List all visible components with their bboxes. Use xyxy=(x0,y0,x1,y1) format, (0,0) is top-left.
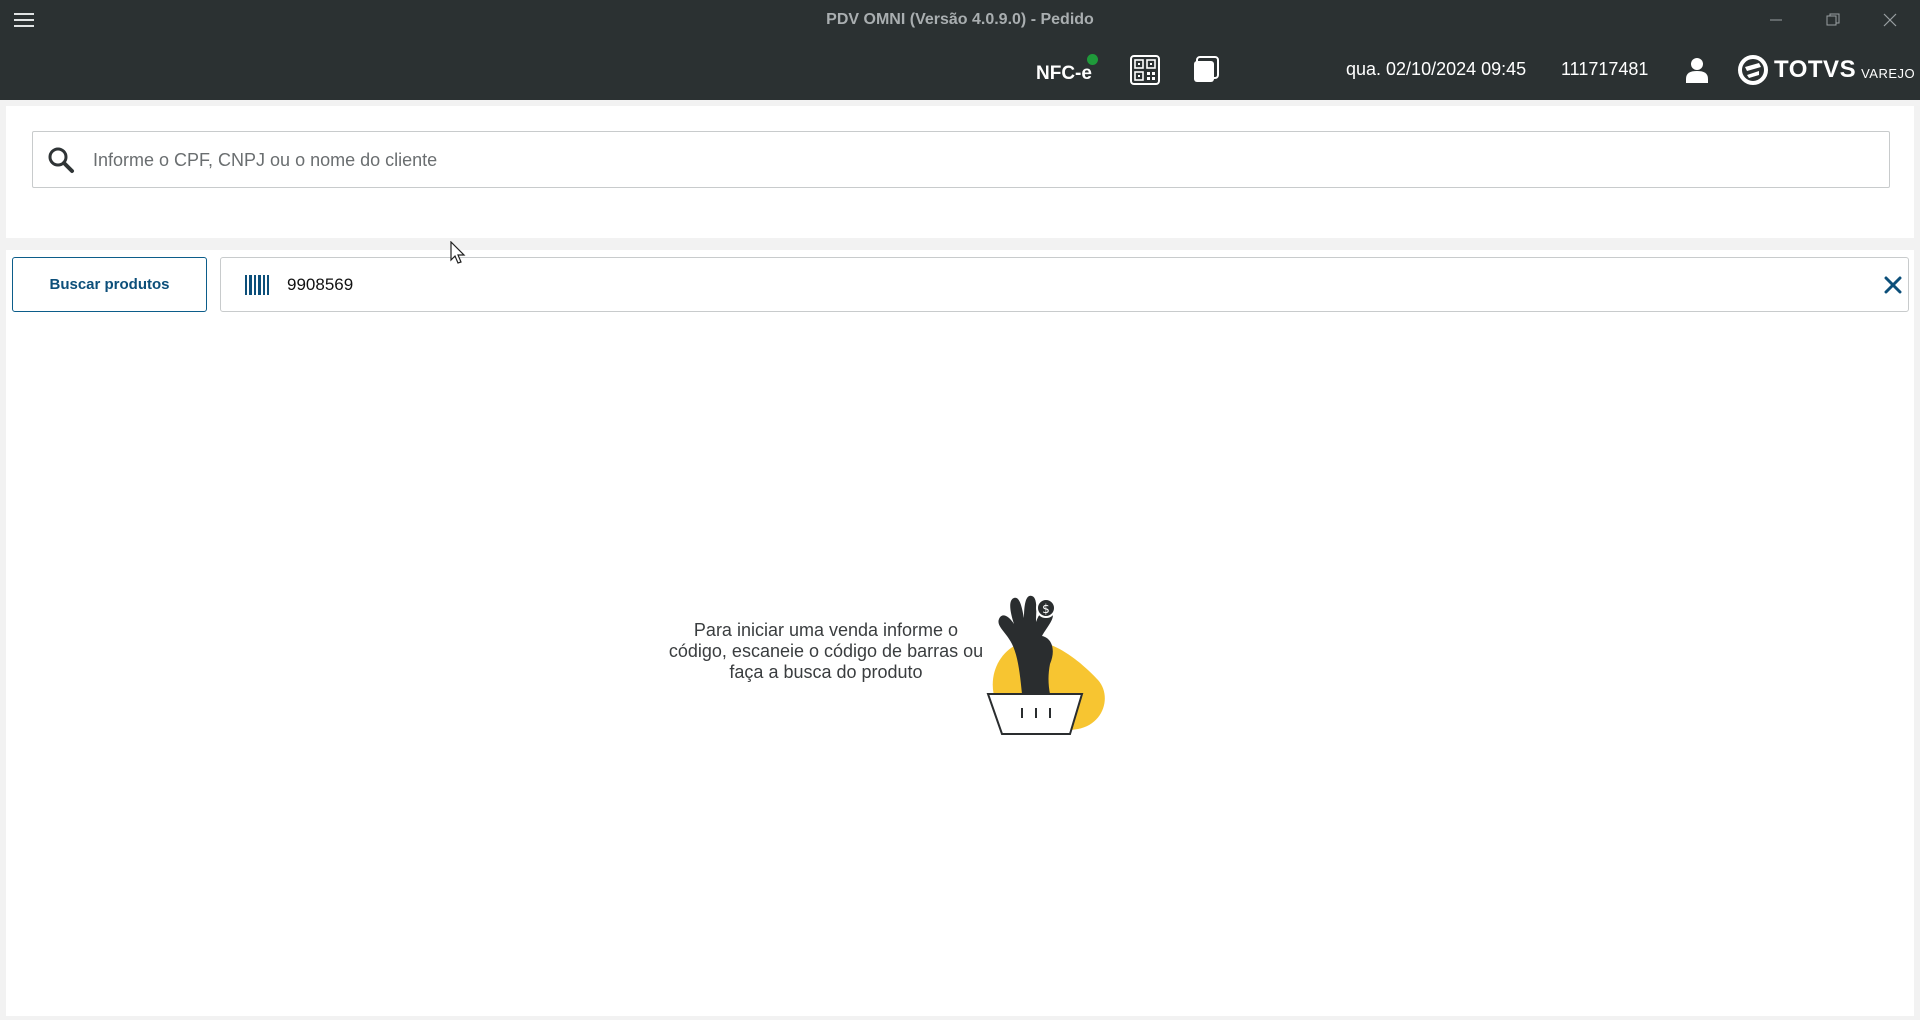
client-panel xyxy=(6,106,1914,238)
qr-code-icon xyxy=(1130,55,1160,85)
nfce-label[interactable]: NFC-e xyxy=(1036,63,1092,85)
brand-name: TOTVS xyxy=(1774,56,1857,83)
totvs-brand: TOTVS VAREJO xyxy=(1738,53,1915,87)
title-bar: PDV OMNI (Versão 4.0.9.0) - Pedido xyxy=(0,0,1920,40)
close-icon xyxy=(1883,13,1897,27)
nfce-status-indicator xyxy=(1087,54,1098,65)
basket-hand-illustration: $ xyxy=(986,595,1105,735)
window-title: PDV OMNI (Versão 4.0.9.0) - Pedido xyxy=(826,11,1094,28)
terminal-id: 111717481 xyxy=(1561,59,1649,79)
client-search-box xyxy=(32,131,1890,188)
clear-input-icon[interactable] xyxy=(1884,276,1902,294)
mouse-cursor-icon xyxy=(450,241,466,264)
barcode-icon xyxy=(245,275,269,295)
copy-documents-button[interactable] xyxy=(1193,56,1221,89)
svg-text:$: $ xyxy=(1042,602,1050,616)
minimize-button[interactable] xyxy=(1754,4,1798,36)
barcode-input-box xyxy=(220,257,1909,312)
client-search-input[interactable] xyxy=(93,140,1873,180)
sale-panel: Buscar produtos Para iniciar uma venda i… xyxy=(6,250,1914,1016)
totvs-logo-icon xyxy=(1738,55,1768,85)
minimize-icon xyxy=(1770,19,1782,21)
app-toolbar: NFC-e qua. 02/10/2024 09:45 111717481 TO… xyxy=(0,40,1920,100)
search-products-button[interactable]: Buscar produtos xyxy=(12,257,207,312)
restore-icon xyxy=(1826,13,1840,26)
user-icon xyxy=(1686,58,1708,83)
qr-code-button[interactable] xyxy=(1130,55,1160,90)
search-icon xyxy=(48,147,74,173)
close-window-button[interactable] xyxy=(1868,4,1912,36)
barcode-input[interactable] xyxy=(287,266,1827,304)
restore-button[interactable] xyxy=(1811,4,1855,36)
current-datetime: qua. 02/10/2024 09:45 xyxy=(1346,59,1527,79)
brand-sub: VAREJO xyxy=(1861,65,1916,81)
copy-icon xyxy=(1194,56,1219,82)
user-button[interactable] xyxy=(1685,57,1709,88)
empty-state-message: Para iniciar uma venda informe o código,… xyxy=(668,620,984,682)
